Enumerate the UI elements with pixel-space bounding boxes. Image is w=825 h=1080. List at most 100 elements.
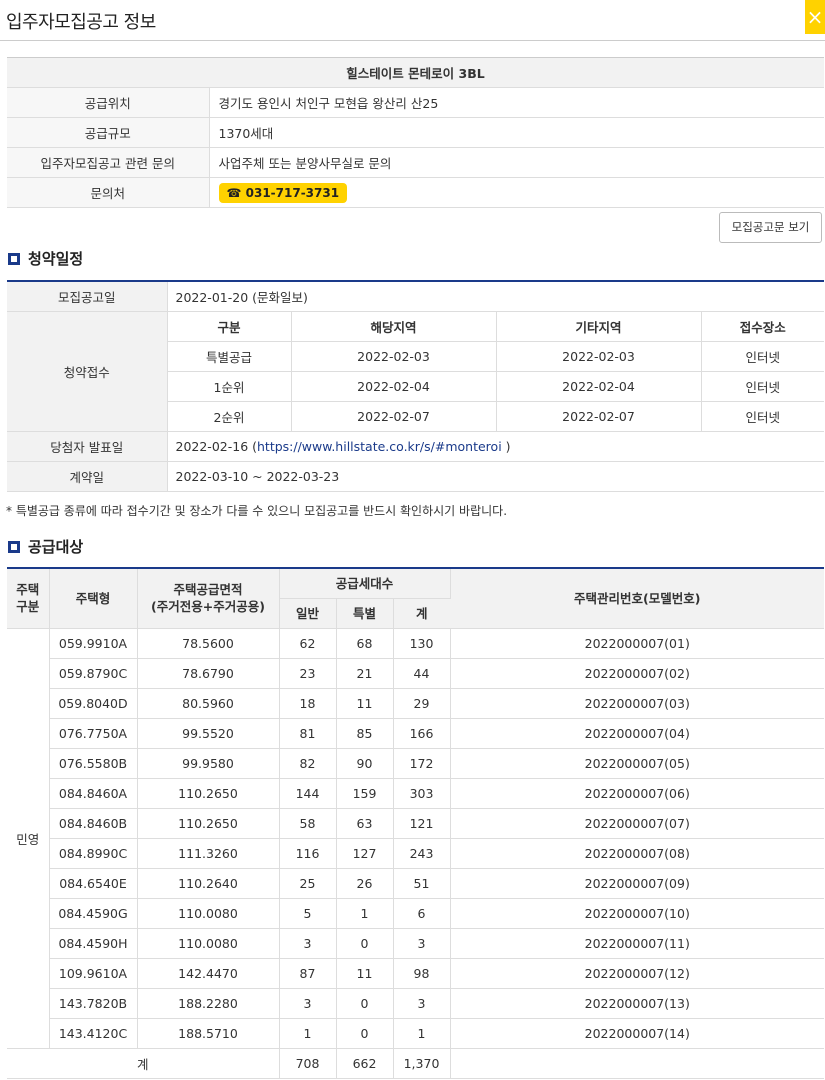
table-cell: 3: [393, 928, 451, 959]
table-cell: 2022000007(12): [450, 958, 824, 989]
table-cell: 2022000007(09): [450, 868, 824, 899]
table-cell: 110.2650: [137, 808, 280, 839]
table-cell: 2022000007(04): [450, 718, 824, 749]
page-title: 입주자모집공고 정보: [6, 12, 156, 33]
apply-header-cell: 해당지역: [291, 311, 497, 342]
schedule-table: 모집공고일 2022-01-20 (문화일보) 청약접수 구분 해당지역 기타지역 접수…: [7, 280, 824, 492]
table-cell: 80.5960: [137, 688, 280, 719]
apply-cell: 2022-02-03: [291, 341, 497, 372]
table-cell: 68: [336, 628, 394, 659]
table-cell: 81: [279, 718, 337, 749]
header-general: 일반: [279, 598, 337, 629]
total-sum: 1,370: [393, 1048, 451, 1079]
page-header: 입주자모집공고 정보 ×: [0, 0, 825, 41]
table-cell: 90: [336, 748, 394, 779]
table-cell: 25: [279, 868, 337, 899]
table-cell: 1: [393, 1018, 451, 1049]
table-cell: 084.6540E: [49, 868, 138, 899]
table-cell: 82: [279, 748, 337, 779]
view-notice-button[interactable]: 모집공고문 보기: [719, 212, 822, 243]
table-cell: 110.0080: [137, 928, 280, 959]
table-cell: 18: [279, 688, 337, 719]
contract-value: 2022-03-10 ~ 2022-03-23: [167, 461, 824, 492]
table-cell: 172: [393, 748, 451, 779]
table-cell: 29: [393, 688, 451, 719]
header-area: 주택공급면적 (주거전용+주거공용): [137, 568, 280, 629]
apply-header-cell: 기타지역: [496, 311, 702, 342]
table-cell: 78.6790: [137, 658, 280, 689]
table-row: 민영 059.9910A 78.5600 62 68 130 2022000007(01): [7, 628, 824, 1049]
table-cell: 2022000007(10): [450, 898, 824, 929]
winner-link[interactable]: https://www.hillstate.co.kr/s/#monteroi: [257, 439, 502, 454]
apply-cell: 2022-02-03: [496, 341, 702, 372]
table-cell: 166: [393, 718, 451, 749]
table-cell: 142.4470: [137, 958, 280, 989]
complex-info-table: 힐스테이트 몬테로이 3BL 공급위치 경기도 용인시 처인구 모현읍 왕산리 산…: [7, 57, 824, 208]
footnote: * 특별공급 종류에 따라 접수기간 및 장소가 다를 수 있으니 모집공고를 …: [6, 504, 508, 518]
table-cell: 58: [279, 808, 337, 839]
table-cell: 2022000007(03): [450, 688, 824, 719]
info-value: 경기도 용인시 처인구 모현읍 왕산리 산25: [209, 87, 824, 118]
header-units: 공급세대수: [279, 568, 451, 599]
section-square-icon: [8, 253, 20, 265]
apply-cell: 인터넷: [701, 341, 824, 372]
table-cell: 2022000007(11): [450, 928, 824, 959]
apply-cell: 2022-02-04: [496, 371, 702, 402]
apply-label: 청약접수: [7, 311, 168, 432]
table-cell: 3: [279, 928, 337, 959]
table-row: 084.8460A 110.2650 144 159 303 2022000007(06): [7, 778, 824, 809]
total-label: 계: [7, 1048, 280, 1079]
table-row: 084.4590H 110.0080 3 0 3 2022000007(11): [7, 928, 824, 959]
table-cell: 3: [393, 988, 451, 1019]
announce-label: 모집공고일: [7, 281, 168, 312]
table-cell: 99.5520: [137, 718, 280, 749]
table-cell: 084.4590G: [49, 898, 138, 929]
table-cell: 99.9580: [137, 748, 280, 779]
apply-cell: 1순위: [167, 371, 292, 402]
info-label: 공급위치: [7, 87, 210, 118]
total-model-empty: [450, 1048, 824, 1079]
table-cell: 110.2650: [137, 778, 280, 809]
winner-row: 당첨자 발표일 2022-02-16 (https://www.hillstate…: [7, 431, 824, 462]
table-cell: 121: [393, 808, 451, 839]
header-type: 주택형: [49, 568, 138, 629]
table-cell: 127: [336, 838, 394, 869]
info-value: 사업주체 또는 분양사무실로 문의: [209, 147, 824, 178]
supply-table: 주택 구분 주택형 주택공급면적 (주거전용+주거공용) 공급세대수 주택관리번호(…: [7, 567, 824, 1079]
contract-label: 계약일: [7, 461, 168, 492]
winner-date: 2022-02-16 (: [175, 438, 258, 454]
info-row: 공급규모 1370세대: [7, 117, 824, 148]
table-cell: 2022000007(14): [450, 1018, 824, 1049]
phone-badge[interactable]: ☎ 031-717-3731: [218, 182, 348, 203]
table-cell: 084.8990C: [49, 838, 138, 869]
apply-cell: 2순위: [167, 401, 292, 432]
table-cell: 243: [393, 838, 451, 869]
apply-header-cell: 접수장소: [701, 311, 824, 342]
table-cell: 084.8460A: [49, 778, 138, 809]
table-row: 109.9610A 142.4470 87 11 98 2022000007(12): [7, 958, 824, 989]
table-cell: 059.8790C: [49, 658, 138, 689]
table-row: 076.5580B 99.9580 82 90 172 2022000007(05): [7, 748, 824, 779]
table-cell: 130: [393, 628, 451, 659]
table-cell: 2022000007(06): [450, 778, 824, 809]
apply-cell: 2022-02-07: [496, 401, 702, 432]
table-cell: 076.5580B: [49, 748, 138, 779]
info-row-contact: 문의처 ☎ 031-717-3731: [7, 177, 824, 208]
table-cell: 98: [393, 958, 451, 989]
close-button[interactable]: ×: [805, 0, 825, 34]
table-cell: 084.8460B: [49, 808, 138, 839]
category-cell: 민영: [7, 628, 50, 1049]
apply-cell: 특별공급: [167, 341, 292, 372]
table-row: 084.4590G 110.0080 5 1 6 2022000007(10): [7, 898, 824, 929]
table-cell: 111.3260: [137, 838, 280, 869]
announce-value: 2022-01-20 (문화일보): [167, 281, 824, 312]
table-cell: 11: [336, 958, 394, 989]
table-cell: 44: [393, 658, 451, 689]
header-category: 주택 구분: [7, 568, 50, 629]
table-row: 059.8040D 80.5960 18 11 29 2022000007(03): [7, 688, 824, 719]
table-row: 084.8990C 111.3260 116 127 243 2022000007(08): [7, 838, 824, 869]
supply-section-title: 공급대상: [8, 536, 83, 557]
header-special: 특별: [336, 598, 394, 629]
info-label: 입주자모집공고 관련 문의: [7, 147, 210, 178]
apply-header-cell: 구분: [167, 311, 292, 342]
